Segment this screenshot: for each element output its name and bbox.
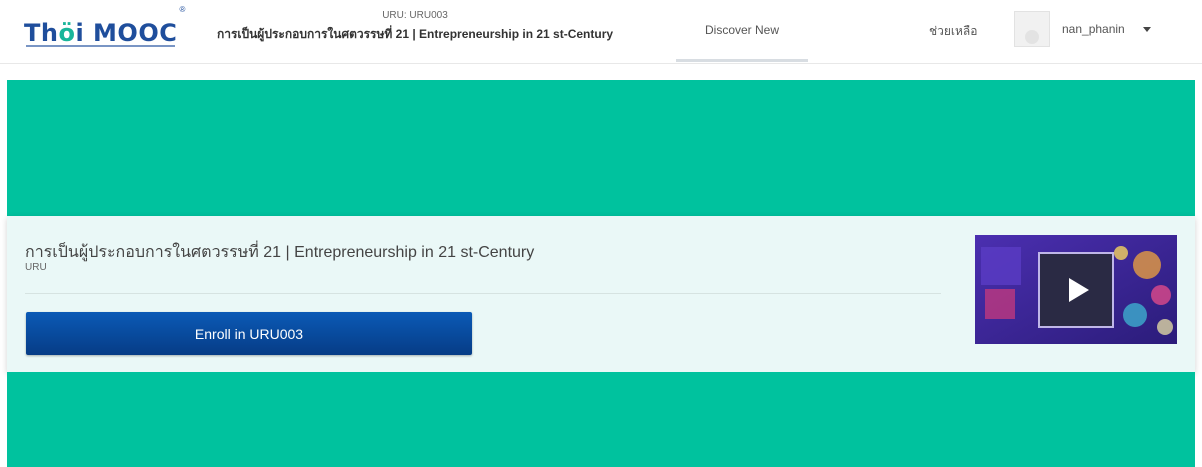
course-info-card: การเป็นผู้ประกอบการในศตวรรษที่ 21 | Entr… — [7, 216, 1195, 372]
top-navigation-bar: Thöi MOOC ® URU: URU003 การเป็นผู้ประกอบ… — [0, 0, 1202, 64]
thaimooc-logo[interactable]: Thöi MOOC ® — [24, 5, 185, 49]
user-avatar-icon[interactable] — [1014, 11, 1050, 47]
nav-tab-discover-new[interactable]: Discover New — [676, 0, 808, 62]
course-hero-banner — [7, 80, 1195, 216]
username[interactable]: nan_phanin — [1062, 22, 1125, 36]
enroll-button[interactable]: Enroll in URU003 — [26, 312, 472, 355]
header-course-info: URU: URU003 การเป็นผู้ประกอบการในศตวรรษท… — [170, 10, 660, 43]
user-menu[interactable]: nan_phanin — [1014, 10, 1151, 48]
video-thumbnail-art — [975, 235, 1177, 344]
avatar-silhouette — [1025, 30, 1039, 44]
logo-part-2: ö — [58, 19, 76, 47]
course-title: การเป็นผู้ประกอบการในศตวรรษที่ 21 | Entr… — [25, 244, 535, 261]
logo-part-3: i MOOC — [75, 19, 178, 47]
card-divider — [25, 293, 941, 294]
logo-part-1: Th — [24, 19, 59, 47]
course-hero-banner-lower — [7, 372, 1195, 467]
course-intro-video[interactable] — [975, 235, 1177, 344]
help-link[interactable]: ช่วยเหลือ — [929, 22, 978, 41]
logo-underline — [26, 45, 176, 47]
caret-down-icon[interactable] — [1142, 26, 1151, 32]
course-org: URU — [25, 262, 47, 273]
header-course-title: การเป็นผู้ประกอบการในศตวรรษที่ 21 | Entr… — [216, 27, 614, 41]
header-course-code: URU: URU003 — [382, 10, 448, 21]
